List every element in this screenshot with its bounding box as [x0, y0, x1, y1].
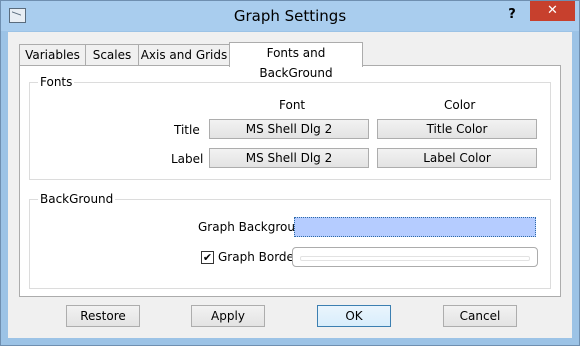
title-color-button[interactable]: Title Color	[377, 119, 537, 139]
title-font-button[interactable]: MS Shell Dlg 2	[209, 119, 369, 139]
cancel-button[interactable]: Cancel	[443, 305, 517, 327]
title-bar[interactable]: Graph Settings ? ✕	[1, 1, 579, 31]
tab-variables[interactable]: Variables	[19, 44, 86, 65]
apply-button[interactable]: Apply	[191, 305, 265, 327]
label-font-label: Label	[171, 152, 204, 166]
graph-border-checkbox[interactable]: ✔	[201, 251, 214, 264]
tab-fonts-and-background[interactable]: Fonts and BackGround	[229, 42, 363, 80]
tab-scales[interactable]: Scales	[85, 44, 139, 65]
fonts-group: Fonts Font Color Title MS Shell Dlg 2 Ti…	[29, 75, 551, 180]
graph-background-color-swatch[interactable]	[294, 217, 536, 237]
background-group: BackGround Graph Background ✔ Graph Bord…	[29, 192, 551, 289]
graph-settings-window: Graph Settings ? ✕ Variables Scales Axis…	[0, 0, 580, 346]
label-color-button[interactable]: Label Color	[377, 148, 537, 168]
window-title: Graph Settings	[233, 7, 347, 25]
restore-button[interactable]: Restore	[66, 305, 140, 327]
graph-border-width-slider[interactable]	[292, 247, 538, 267]
background-group-label: BackGround	[38, 192, 116, 206]
graph-border-label: Graph Border	[218, 250, 299, 264]
tab-axis-and-grids[interactable]: Axis and Grids	[138, 44, 230, 65]
close-button[interactable]: ✕	[530, 1, 575, 21]
color-column-header: Color	[444, 98, 476, 112]
ok-button[interactable]: OK	[317, 305, 391, 327]
help-button[interactable]: ?	[501, 5, 523, 25]
fonts-background-panel: Fonts Font Color Title MS Shell Dlg 2 Ti…	[19, 65, 561, 297]
label-font-button[interactable]: MS Shell Dlg 2	[209, 148, 369, 168]
title-font-label: Title	[174, 123, 200, 137]
font-column-header: Font	[279, 98, 306, 112]
fonts-group-label: Fonts	[38, 75, 75, 89]
dialog-body: Variables Scales Axis and Grids Fonts an…	[8, 32, 572, 338]
